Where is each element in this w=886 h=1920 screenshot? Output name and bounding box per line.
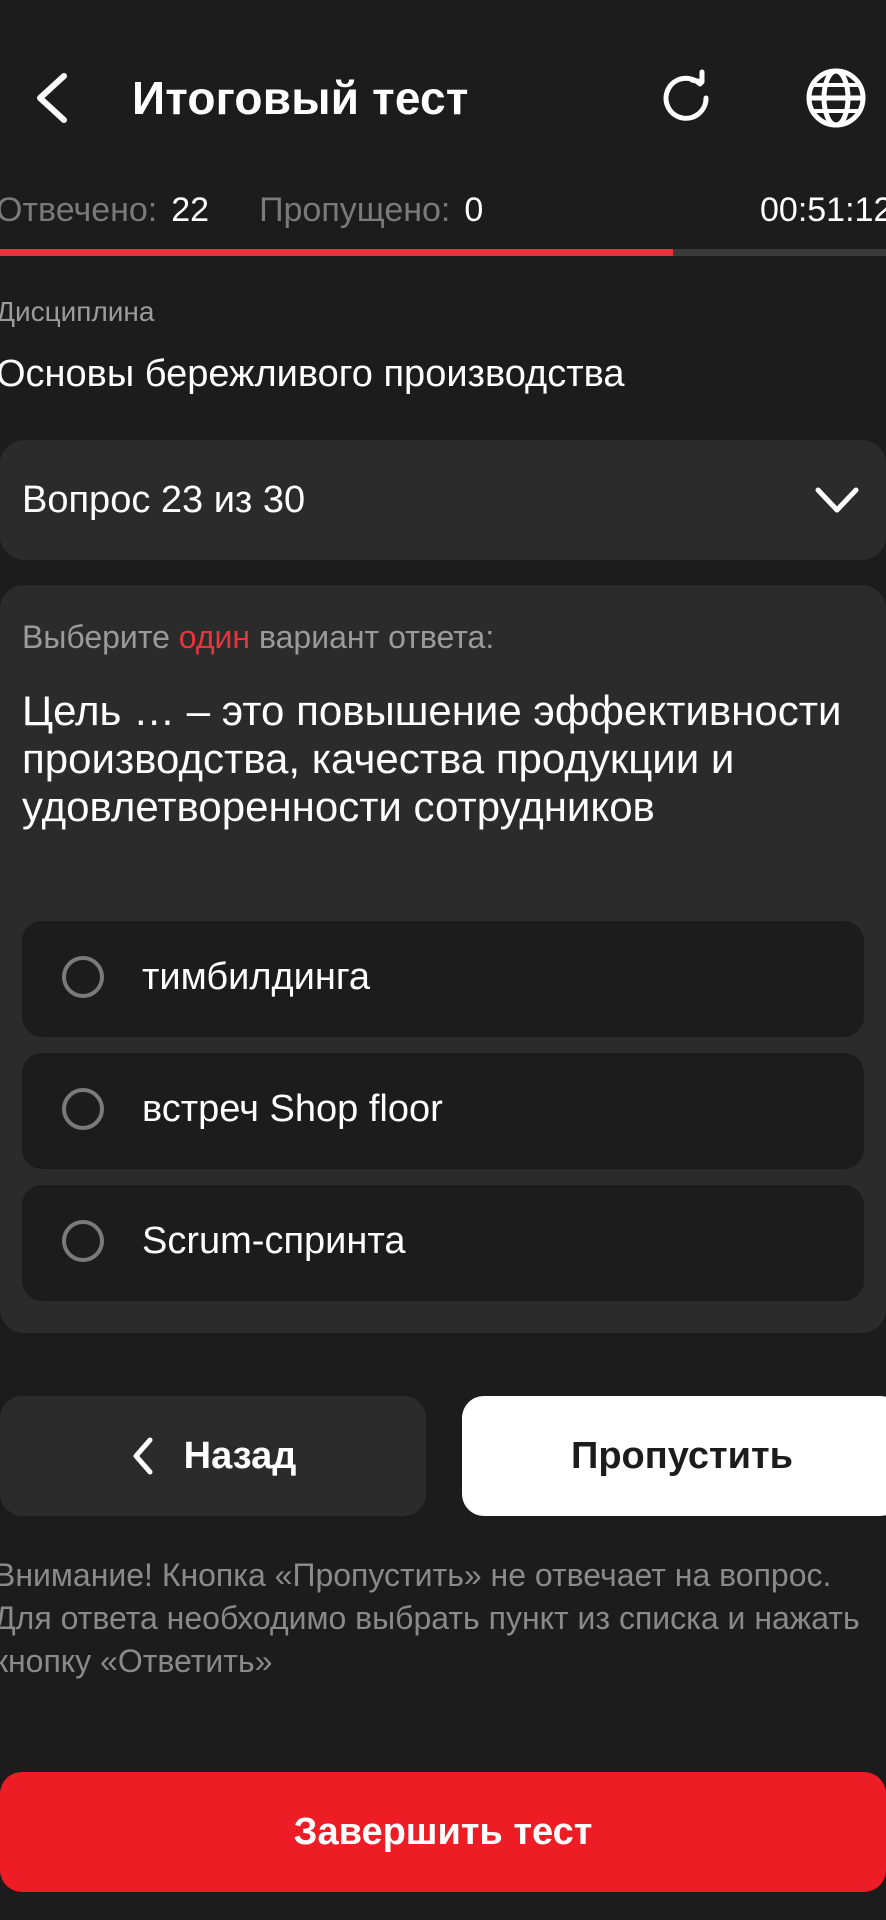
question-selector[interactable]: Вопрос 23 из 30 — [0, 440, 886, 560]
question-instruction: Выберите один вариант ответа: — [22, 619, 495, 655]
question-counter: Вопрос 23 из 30 — [22, 479, 306, 521]
radio-icon — [62, 1220, 104, 1262]
progress-bar — [0, 249, 886, 256]
discipline-label: Дисциплина — [0, 296, 155, 327]
progress-bar-fill — [0, 249, 674, 256]
answer-option-label: встреч Shop floor — [142, 1088, 443, 1130]
timer: 00:51:12 — [760, 191, 886, 229]
chevron-left-icon — [133, 1437, 153, 1475]
page-title: Итоговый тест — [132, 72, 469, 124]
skip-button-label: Пропустить — [571, 1434, 793, 1477]
finish-test-label: Завершить тест — [293, 1810, 593, 1853]
answered-count: 22 — [171, 191, 210, 229]
skipped-label: Пропущено: — [259, 191, 451, 229]
answer-option[interactable]: Scrum-спринта — [22, 1185, 864, 1301]
test-stats: Отвечено: 22 Пропущено: 0 — [0, 188, 483, 232]
chevron-down-icon — [815, 487, 859, 513]
instruction-accent: один — [178, 619, 251, 655]
reload-button[interactable] — [654, 62, 718, 134]
answer-option-label: тимбилдинга — [142, 956, 371, 998]
answer-option[interactable]: тимбилдинга — [22, 921, 864, 1037]
refresh-icon — [663, 69, 709, 121]
answered-label: Отвечено: — [0, 191, 158, 229]
answer-option-label: Scrum-спринта — [142, 1220, 406, 1262]
skipped-count: 0 — [464, 191, 484, 229]
radio-icon — [62, 956, 104, 998]
question-card: Выберите один вариант ответа: Цель … – э… — [0, 585, 886, 1333]
back-nav-button[interactable] — [22, 62, 82, 134]
finish-test-button[interactable]: Завершить тест — [0, 1772, 886, 1892]
radio-icon — [62, 1088, 104, 1130]
skip-button[interactable]: Пропустить — [462, 1396, 886, 1516]
discipline-name: Основы бережливого производства — [0, 353, 625, 395]
chevron-left-icon — [37, 73, 67, 123]
language-button[interactable] — [800, 62, 872, 134]
question-text: Цель … – это повышение эффективности про… — [22, 687, 842, 830]
answer-option[interactable]: встреч Shop floor — [22, 1053, 864, 1169]
back-button[interactable]: Назад — [0, 1396, 426, 1516]
back-button-label: Назад — [183, 1434, 297, 1477]
skip-warning: Внимание! Кнопка «Пропустить» не отвечае… — [0, 1557, 860, 1679]
globe-icon — [806, 68, 866, 128]
